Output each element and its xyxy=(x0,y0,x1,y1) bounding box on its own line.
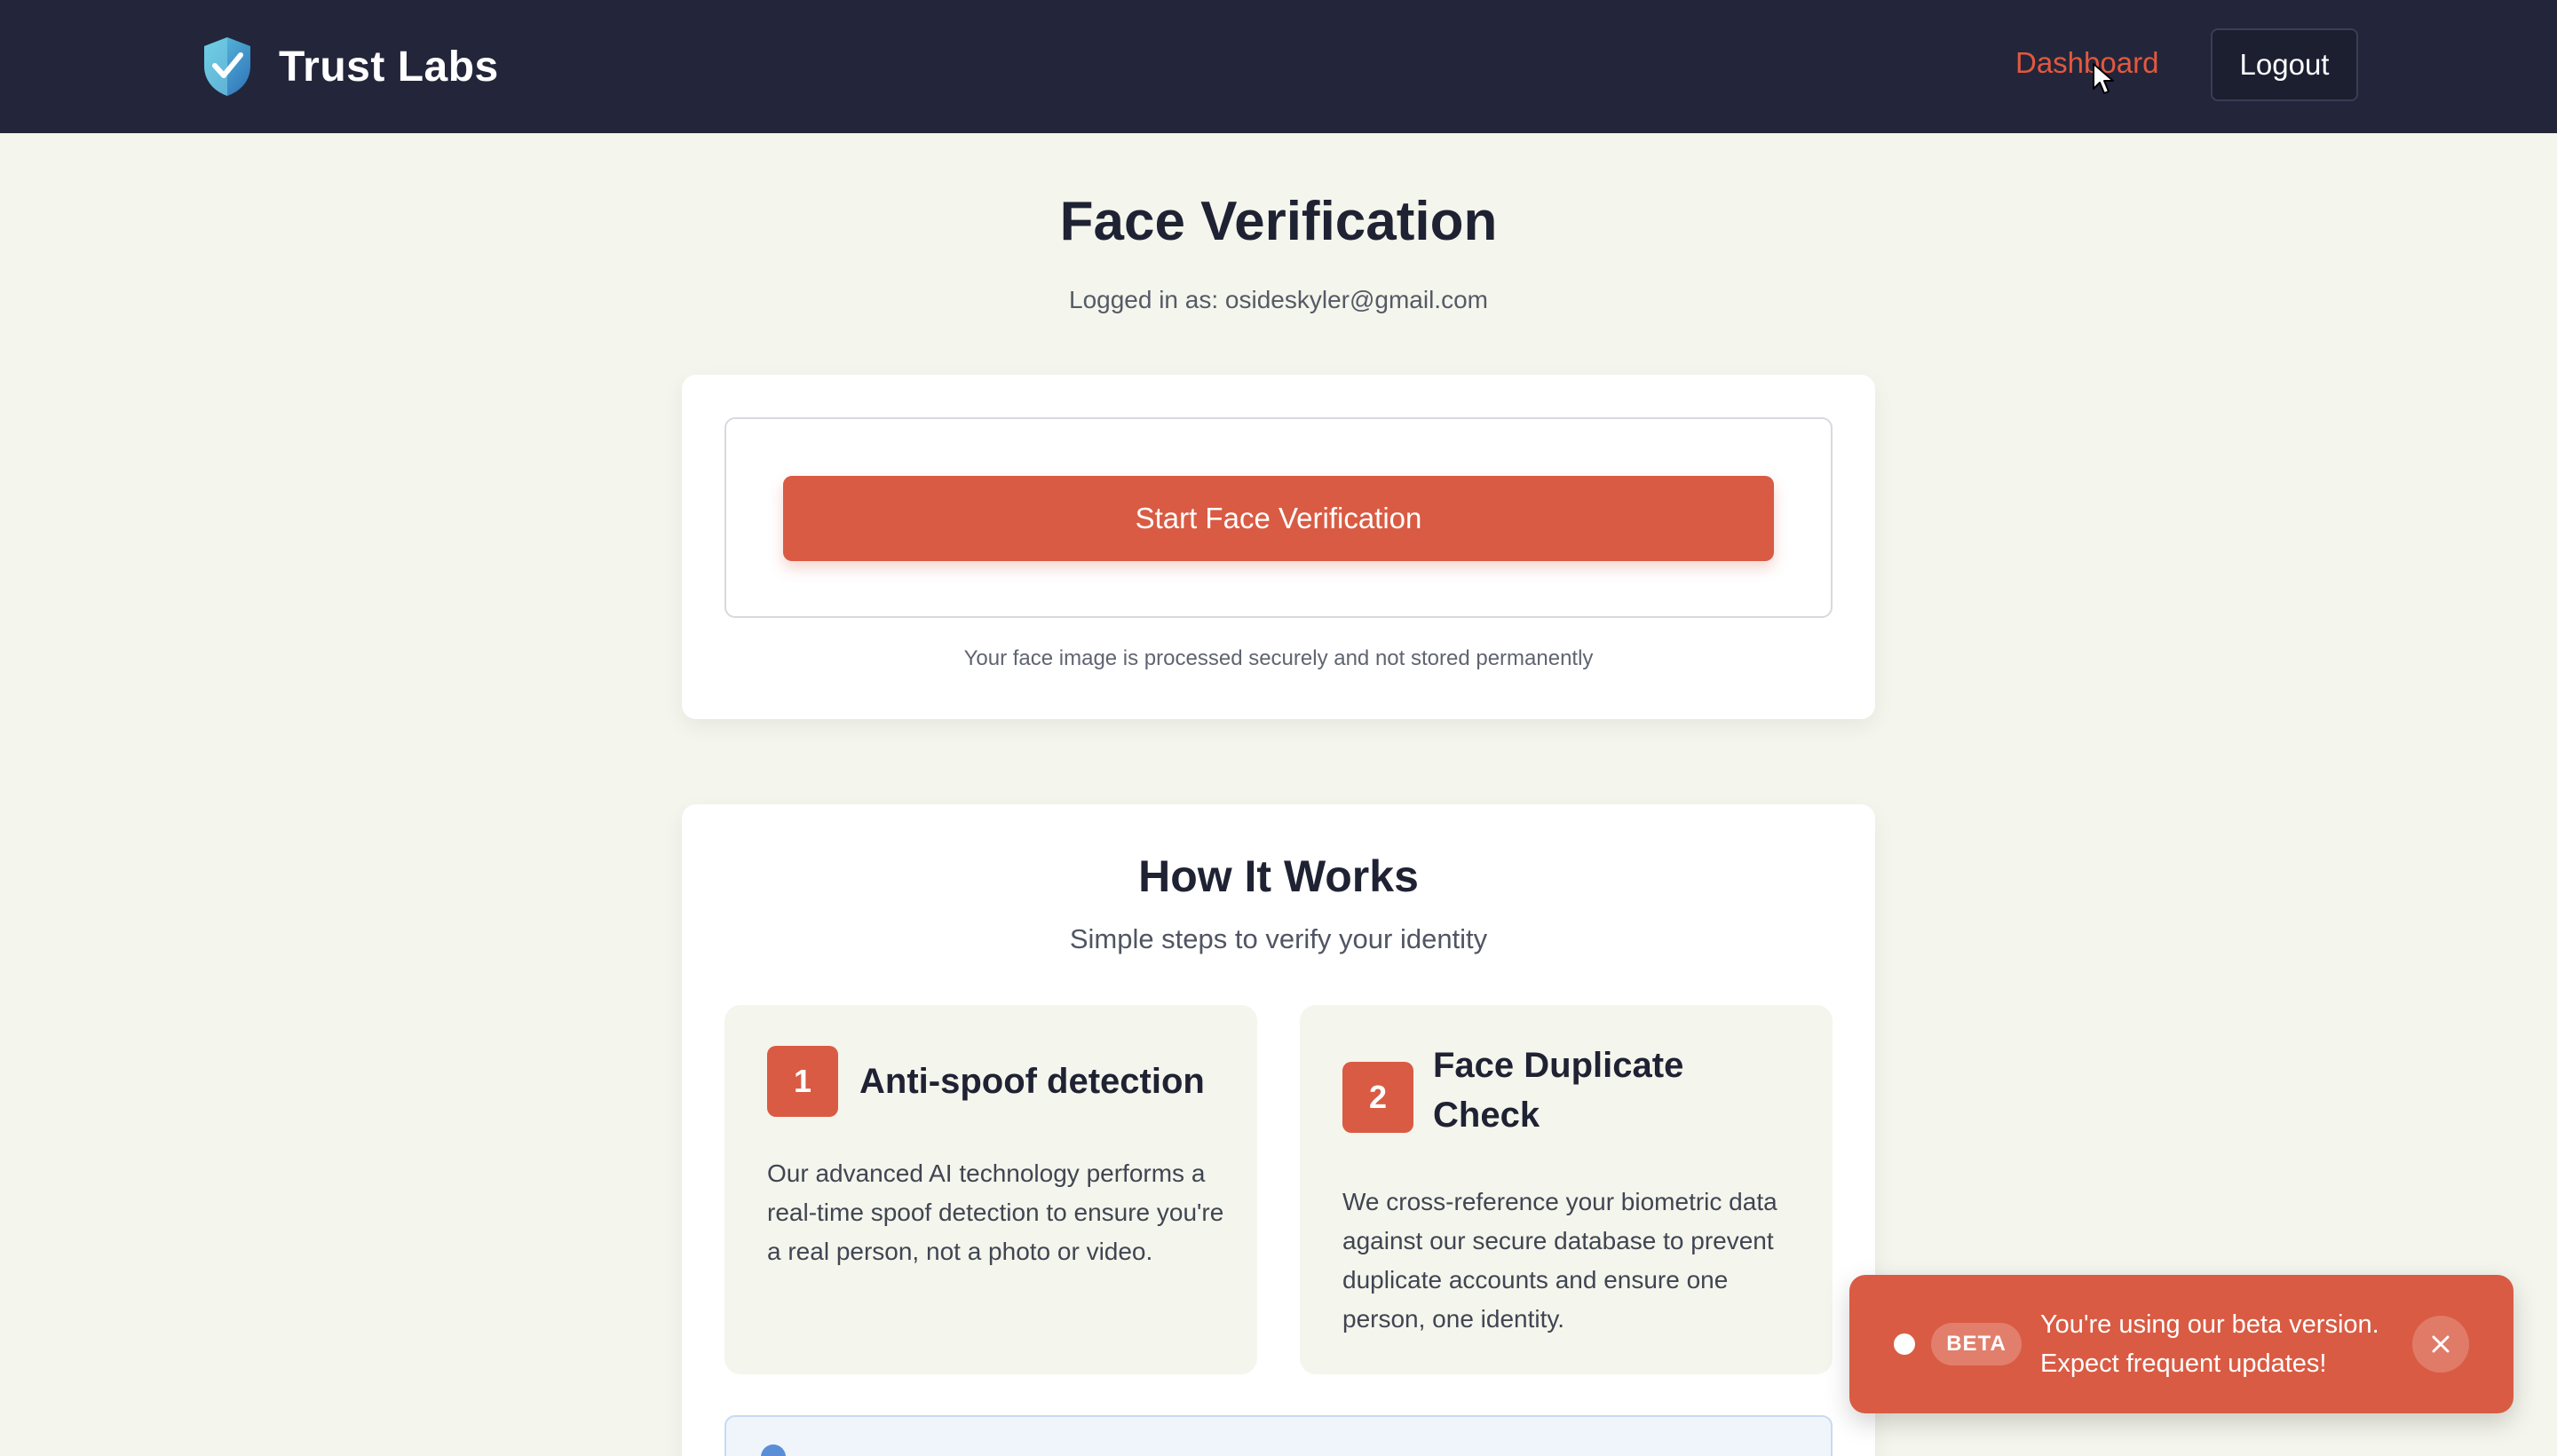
status-dot-icon xyxy=(1894,1333,1915,1355)
step-title: Face Duplicate Check xyxy=(1433,1046,1684,1135)
beta-toast: BETA You're using our beta version. Expe… xyxy=(1849,1275,2513,1413)
nav-dashboard-link[interactable]: Dashboard xyxy=(2015,46,2158,80)
page-title: Face Verification xyxy=(1059,191,1498,252)
toast-message: You're using our beta version. Expect fr… xyxy=(2040,1310,2379,1378)
security-note: Your face image is processed securely an… xyxy=(963,646,1594,670)
verification-panel: Start Face Verification xyxy=(724,417,1833,618)
start-face-verification-button[interactable]: Start Face Verification xyxy=(783,476,1774,561)
verification-card: Start Face Verification Your face image … xyxy=(682,375,1875,719)
logout-button[interactable]: Logout xyxy=(2211,28,2358,101)
page: Trust Labs Dashboard Logout Face Verific… xyxy=(0,0,2557,1456)
mouse-cursor-icon xyxy=(2093,63,2114,94)
brand[interactable]: Trust Labs xyxy=(201,36,499,98)
step-description: We cross-reference your biometric data a… xyxy=(1342,1188,1777,1333)
section-subtitle: Simple steps to verify your identity xyxy=(1069,923,1488,954)
privacy-info-box xyxy=(724,1415,1833,1456)
how-it-works-section: How It Works Simple steps to verify your… xyxy=(682,804,1875,1456)
step-card-1: 1 Anti-spoof detection Our advanced AI t… xyxy=(724,1005,1257,1374)
step-number-badge: 2 xyxy=(1342,1062,1413,1133)
toast-close-button[interactable] xyxy=(2412,1316,2469,1373)
step-card-2: 2 Face Duplicate Check We cross-referenc… xyxy=(1300,1005,1833,1374)
close-icon xyxy=(2432,1335,2450,1353)
logged-in-status: Logged in as: osideskyler@gmail.com xyxy=(1069,286,1488,313)
step-title: Anti-spoof detection xyxy=(859,1062,1205,1101)
top-navbar: Trust Labs Dashboard Logout xyxy=(0,0,2557,133)
info-icon xyxy=(761,1444,786,1456)
brand-name: Trust Labs xyxy=(279,43,499,91)
step-number-badge: 1 xyxy=(767,1046,838,1117)
beta-badge: BETA xyxy=(1931,1323,2022,1365)
shield-check-icon xyxy=(204,37,250,96)
section-title: How It Works xyxy=(1138,851,1419,901)
step-description: Our advanced AI technology performs a re… xyxy=(767,1159,1224,1265)
